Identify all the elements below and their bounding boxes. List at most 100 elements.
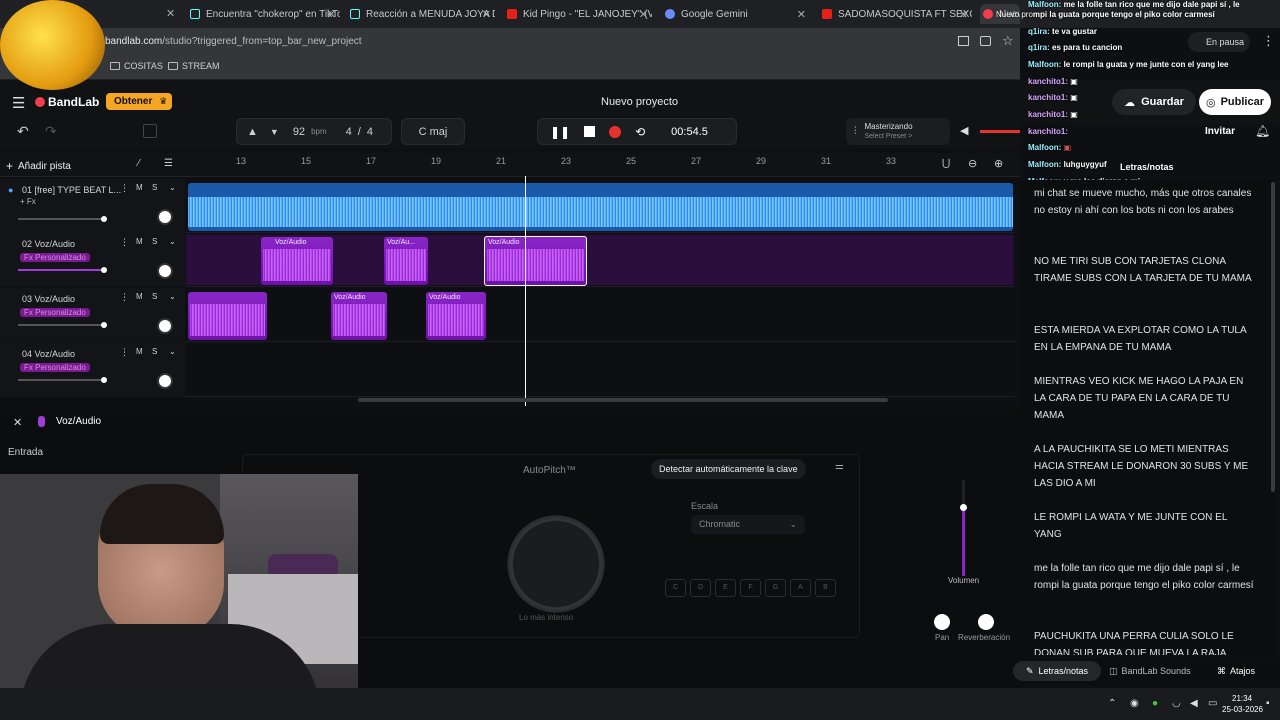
- chevron-down-icon[interactable]: ⌄: [169, 292, 176, 301]
- time-sig-numerator[interactable]: 4: [346, 126, 352, 138]
- track-volume-slider[interactable]: [18, 216, 107, 222]
- lyrics-notes-tab[interactable]: ✎ Letras/notas: [1013, 661, 1101, 681]
- audio-clip[interactable]: [188, 292, 267, 340]
- get-membership-button[interactable]: Obtener ♛: [106, 93, 173, 110]
- browser-profile-pill[interactable]: En pausa: [1188, 32, 1250, 52]
- address-bar[interactable]: bandlab.com/studio?triggered_from=top_ba…: [0, 28, 1020, 56]
- note-paragraph[interactable]: LE ROMPI LA WATA Y ME JUNTE CON EL YANG: [1034, 509, 1256, 543]
- pan-knob[interactable]: [157, 318, 173, 334]
- invite-button[interactable]: Invitar: [1197, 123, 1243, 141]
- tab-tiktok-2[interactable]: Reacción a MENUDA JOYA DYS ✕: [350, 4, 495, 24]
- volume-icon[interactable]: ◀: [1190, 698, 1198, 709]
- audio-clip[interactable]: Voz/Audio: [426, 292, 486, 340]
- solo-button[interactable]: S: [152, 347, 157, 356]
- horizontal-scrollbar[interactable]: [358, 398, 888, 402]
- add-track-button[interactable]: + Añadir pista: [6, 157, 71, 175]
- speaker-icon[interactable]: ◀: [960, 124, 968, 137]
- magnet-icon[interactable]: ⋃: [942, 158, 950, 169]
- note-paragraph[interactable]: mi chat se mueve mucho, más que otros ca…: [1034, 185, 1256, 219]
- wand-icon[interactable]: ⁄: [138, 158, 140, 169]
- tab-youtube-2[interactable]: SADOMASOQUISTA FT SEXO // ✕: [822, 4, 972, 24]
- close-icon[interactable]: ✕: [797, 8, 806, 21]
- fx-preset-badge[interactable]: Fx Personalizado: [20, 253, 90, 262]
- undo-icon[interactable]: ↶: [17, 123, 29, 140]
- key-button[interactable]: F: [740, 579, 761, 597]
- mute-button[interactable]: M: [136, 237, 143, 246]
- note-paragraph[interactable]: A LA PAUCHIKITA SE LO METI MIENTRAS HACI…: [1034, 441, 1256, 492]
- menu-dots-icon[interactable]: ⋮: [1262, 33, 1275, 49]
- chevron-down-icon[interactable]: ⌄: [169, 347, 176, 356]
- solo-button[interactable]: S: [152, 292, 157, 301]
- tab-gemini[interactable]: Google Gemini ✕: [665, 4, 810, 24]
- track-volume-slider[interactable]: [18, 322, 107, 328]
- track-name[interactable]: Voz/Audio: [35, 294, 76, 304]
- tray-chevron-icon[interactable]: ⌃: [1108, 698, 1116, 709]
- key-button[interactable]: E: [715, 579, 736, 597]
- notification-icon[interactable]: ▪: [1266, 698, 1270, 709]
- track-name[interactable]: [free] TYPE BEAT L...: [35, 185, 122, 195]
- metronome-icon[interactable]: ▲: [247, 126, 258, 138]
- install-app-icon[interactable]: [980, 36, 991, 46]
- note-paragraph[interactable]: ESTA MIERDA VA EXPLOTAR COMO LA TULA EN …: [1034, 322, 1256, 356]
- hamburger-menu-icon[interactable]: ☰: [12, 94, 25, 112]
- tray-app-icon[interactable]: ◉: [1130, 698, 1139, 709]
- clock-date[interactable]: 25-03-2026: [1222, 705, 1263, 714]
- reverb-knob[interactable]: [978, 614, 994, 630]
- bandlab-sounds-tab[interactable]: ◫ BandLab Sounds: [1109, 661, 1191, 681]
- tab-close-icon[interactable]: ✕: [166, 7, 175, 20]
- close-icon[interactable]: ✕: [959, 8, 968, 21]
- close-icon[interactable]: ✕: [482, 8, 491, 21]
- solo-button[interactable]: S: [152, 183, 157, 192]
- url-text[interactable]: bandlab.com/studio?triggered_from=top_ba…: [105, 36, 362, 47]
- fx-button[interactable]: + Fx: [20, 197, 36, 206]
- audio-clip[interactable]: Voz/Au...: [384, 237, 428, 285]
- track-header[interactable]: ● 01 [free] TYPE BEAT L... ⋮ M S ⌄ + Fx: [0, 179, 185, 233]
- track-header[interactable]: 03 Voz/Audio ⋮ M S ⌄ Fx Personalizado: [0, 288, 185, 342]
- close-icon[interactable]: ✕: [13, 416, 22, 429]
- audio-clip[interactable]: Voz/Audio: [261, 237, 333, 285]
- key-selector[interactable]: C maj: [401, 118, 465, 145]
- zoom-in-icon[interactable]: ⊕: [994, 157, 1003, 170]
- notes-scrollbar[interactable]: [1271, 182, 1275, 492]
- tab-tiktok-1[interactable]: Encuentra "chokerop" en TikTok ✕: [190, 4, 340, 24]
- tempo-settings[interactable]: ▲ ▼ 92 bpm 4 / 4: [236, 118, 392, 145]
- pan-knob[interactable]: [934, 614, 950, 630]
- mute-button[interactable]: M: [136, 347, 143, 356]
- bookmark-folder-stream[interactable]: STREAM: [168, 61, 220, 71]
- wifi-icon[interactable]: ◡: [1172, 698, 1181, 709]
- side-panel-icon[interactable]: [958, 36, 969, 46]
- pan-knob[interactable]: [157, 209, 173, 225]
- time-sig-denominator[interactable]: 4: [367, 126, 373, 138]
- track-header[interactable]: 04 Voz/Audio ⋮ M S ⌄ Fx Personalizado: [0, 343, 185, 397]
- pan-knob[interactable]: [157, 263, 173, 279]
- close-icon[interactable]: ✕: [327, 8, 336, 21]
- track-name[interactable]: Voz/Audio: [35, 239, 76, 249]
- track-header[interactable]: 02 Voz/Audio ⋮ M S ⌄ Fx Personalizado: [0, 233, 185, 287]
- microphone-tray-icon[interactable]: ●: [1152, 698, 1158, 709]
- zoom-out-icon[interactable]: ⊖: [968, 157, 977, 170]
- pause-icon[interactable]: ❚❚: [550, 125, 570, 139]
- mastering-button[interactable]: ⫶ Masterizando Select Preset >: [846, 118, 950, 145]
- key-button[interactable]: G: [765, 579, 786, 597]
- pan-knob[interactable]: [157, 373, 173, 389]
- redo-icon[interactable]: ↷: [45, 123, 57, 140]
- battery-icon[interactable]: ▭: [1208, 698, 1217, 709]
- notification-bell-icon[interactable]: 🔔︎: [1255, 124, 1270, 138]
- track-menu-icon[interactable]: ⋮: [120, 237, 129, 248]
- beat-audio-region[interactable]: [188, 183, 1013, 231]
- track-menu-icon[interactable]: ⋮: [120, 292, 129, 303]
- track-volume-slider[interactable]: [18, 377, 107, 383]
- scale-select[interactable]: Chromatic ⌄: [691, 515, 805, 534]
- solo-button[interactable]: S: [152, 237, 157, 246]
- mixer-icon[interactable]: [143, 124, 157, 138]
- key-button[interactable]: C: [665, 579, 686, 597]
- close-icon[interactable]: ✕: [639, 8, 648, 21]
- key-button[interactable]: A: [790, 579, 811, 597]
- project-title[interactable]: Nuevo proyecto: [601, 96, 678, 108]
- chevron-down-icon[interactable]: ▼: [270, 127, 279, 137]
- save-button[interactable]: ☁ Guardar: [1112, 89, 1196, 115]
- key-button[interactable]: B: [815, 579, 836, 597]
- bpm-value[interactable]: 92: [293, 126, 305, 138]
- sliders-icon[interactable]: ⚌: [835, 461, 844, 472]
- star-icon[interactable]: ☆: [1002, 33, 1014, 49]
